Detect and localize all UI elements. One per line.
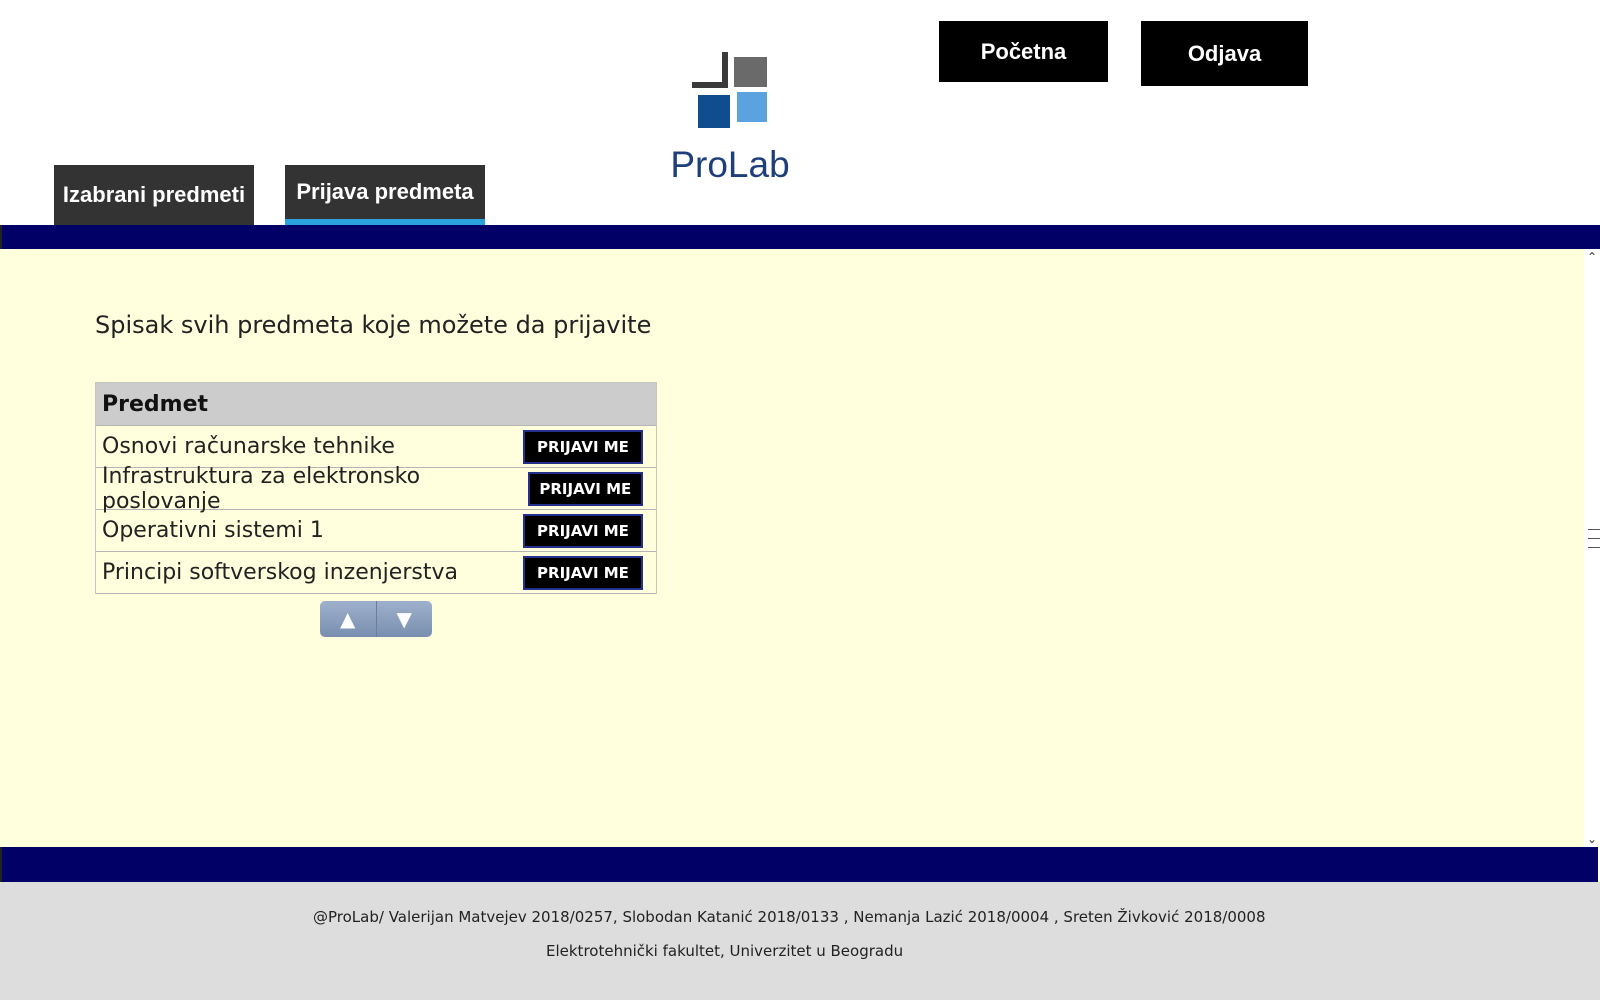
subject-name: Operativni sistemi 1 (102, 518, 324, 543)
page-down-icon[interactable]: ▼ (375, 601, 432, 637)
pagination-control: ▲ ▼ (320, 601, 432, 637)
subject-name: Infrastruktura za elektronsko poslovanje (102, 463, 421, 514)
table-row: Osnovi računarske tehnike PRIJAVI ME (96, 426, 656, 468)
scroll-thumb[interactable] (1588, 529, 1600, 563)
subject-name: Principi softverskog inzenjerstva (102, 560, 458, 585)
header-divider-bar (2, 225, 1600, 249)
register-button[interactable]: PRIJAVI ME (523, 429, 643, 464)
table-header: Predmet (96, 383, 656, 426)
table-row: Infrastruktura za elektronsko poslovanje… (96, 464, 656, 514)
tab-prijava-predmeta[interactable]: Prijava predmeta (285, 165, 485, 225)
subjects-table: Predmet Osnovi računarske tehnike PRIJAV… (95, 382, 657, 594)
register-button[interactable]: PRIJAVI ME (523, 513, 643, 548)
footer-divider-bar (2, 847, 1598, 882)
page-up-icon[interactable]: ▲ (320, 601, 376, 637)
home-button[interactable]: Početna (939, 21, 1108, 82)
footer-institution: Elektrotehnički fakultet, Univerzitet u … (546, 942, 904, 960)
footer-authors: @ProLab/ Valerijan Matvejev 2018/0257, S… (313, 908, 1266, 926)
logout-button[interactable]: Odjava (1141, 21, 1308, 86)
logo-mark-icon (692, 52, 767, 128)
main-content: Spisak svih predmeta koje možete da prij… (0, 249, 1584, 847)
logo-text: ProLab (670, 144, 790, 185)
prolab-logo: ProLab (664, 48, 804, 188)
tab-izabrani-predmeti[interactable]: Izabrani predmeti (54, 165, 254, 225)
table-row: Operativni sistemi 1 PRIJAVI ME (96, 510, 656, 552)
table-row: Principi softverskog inzenjerstva PRIJAV… (96, 552, 656, 594)
vertical-scrollbar[interactable]: ⌃ ⌄ (1584, 249, 1600, 847)
subject-name: Osnovi računarske tehnike (102, 434, 395, 459)
header: Početna Odjava ProLab Izabrani predmeti … (0, 0, 1600, 225)
page-title: Spisak svih predmeta koje možete da prij… (95, 311, 652, 339)
scroll-up-arrow-icon[interactable]: ⌃ (1584, 249, 1600, 265)
scroll-down-arrow-icon[interactable]: ⌄ (1584, 831, 1600, 847)
register-button[interactable]: PRIJAVI ME (523, 555, 643, 590)
footer: @ProLab/ Valerijan Matvejev 2018/0257, S… (0, 882, 1600, 1000)
register-button[interactable]: PRIJAVI ME (527, 471, 643, 506)
